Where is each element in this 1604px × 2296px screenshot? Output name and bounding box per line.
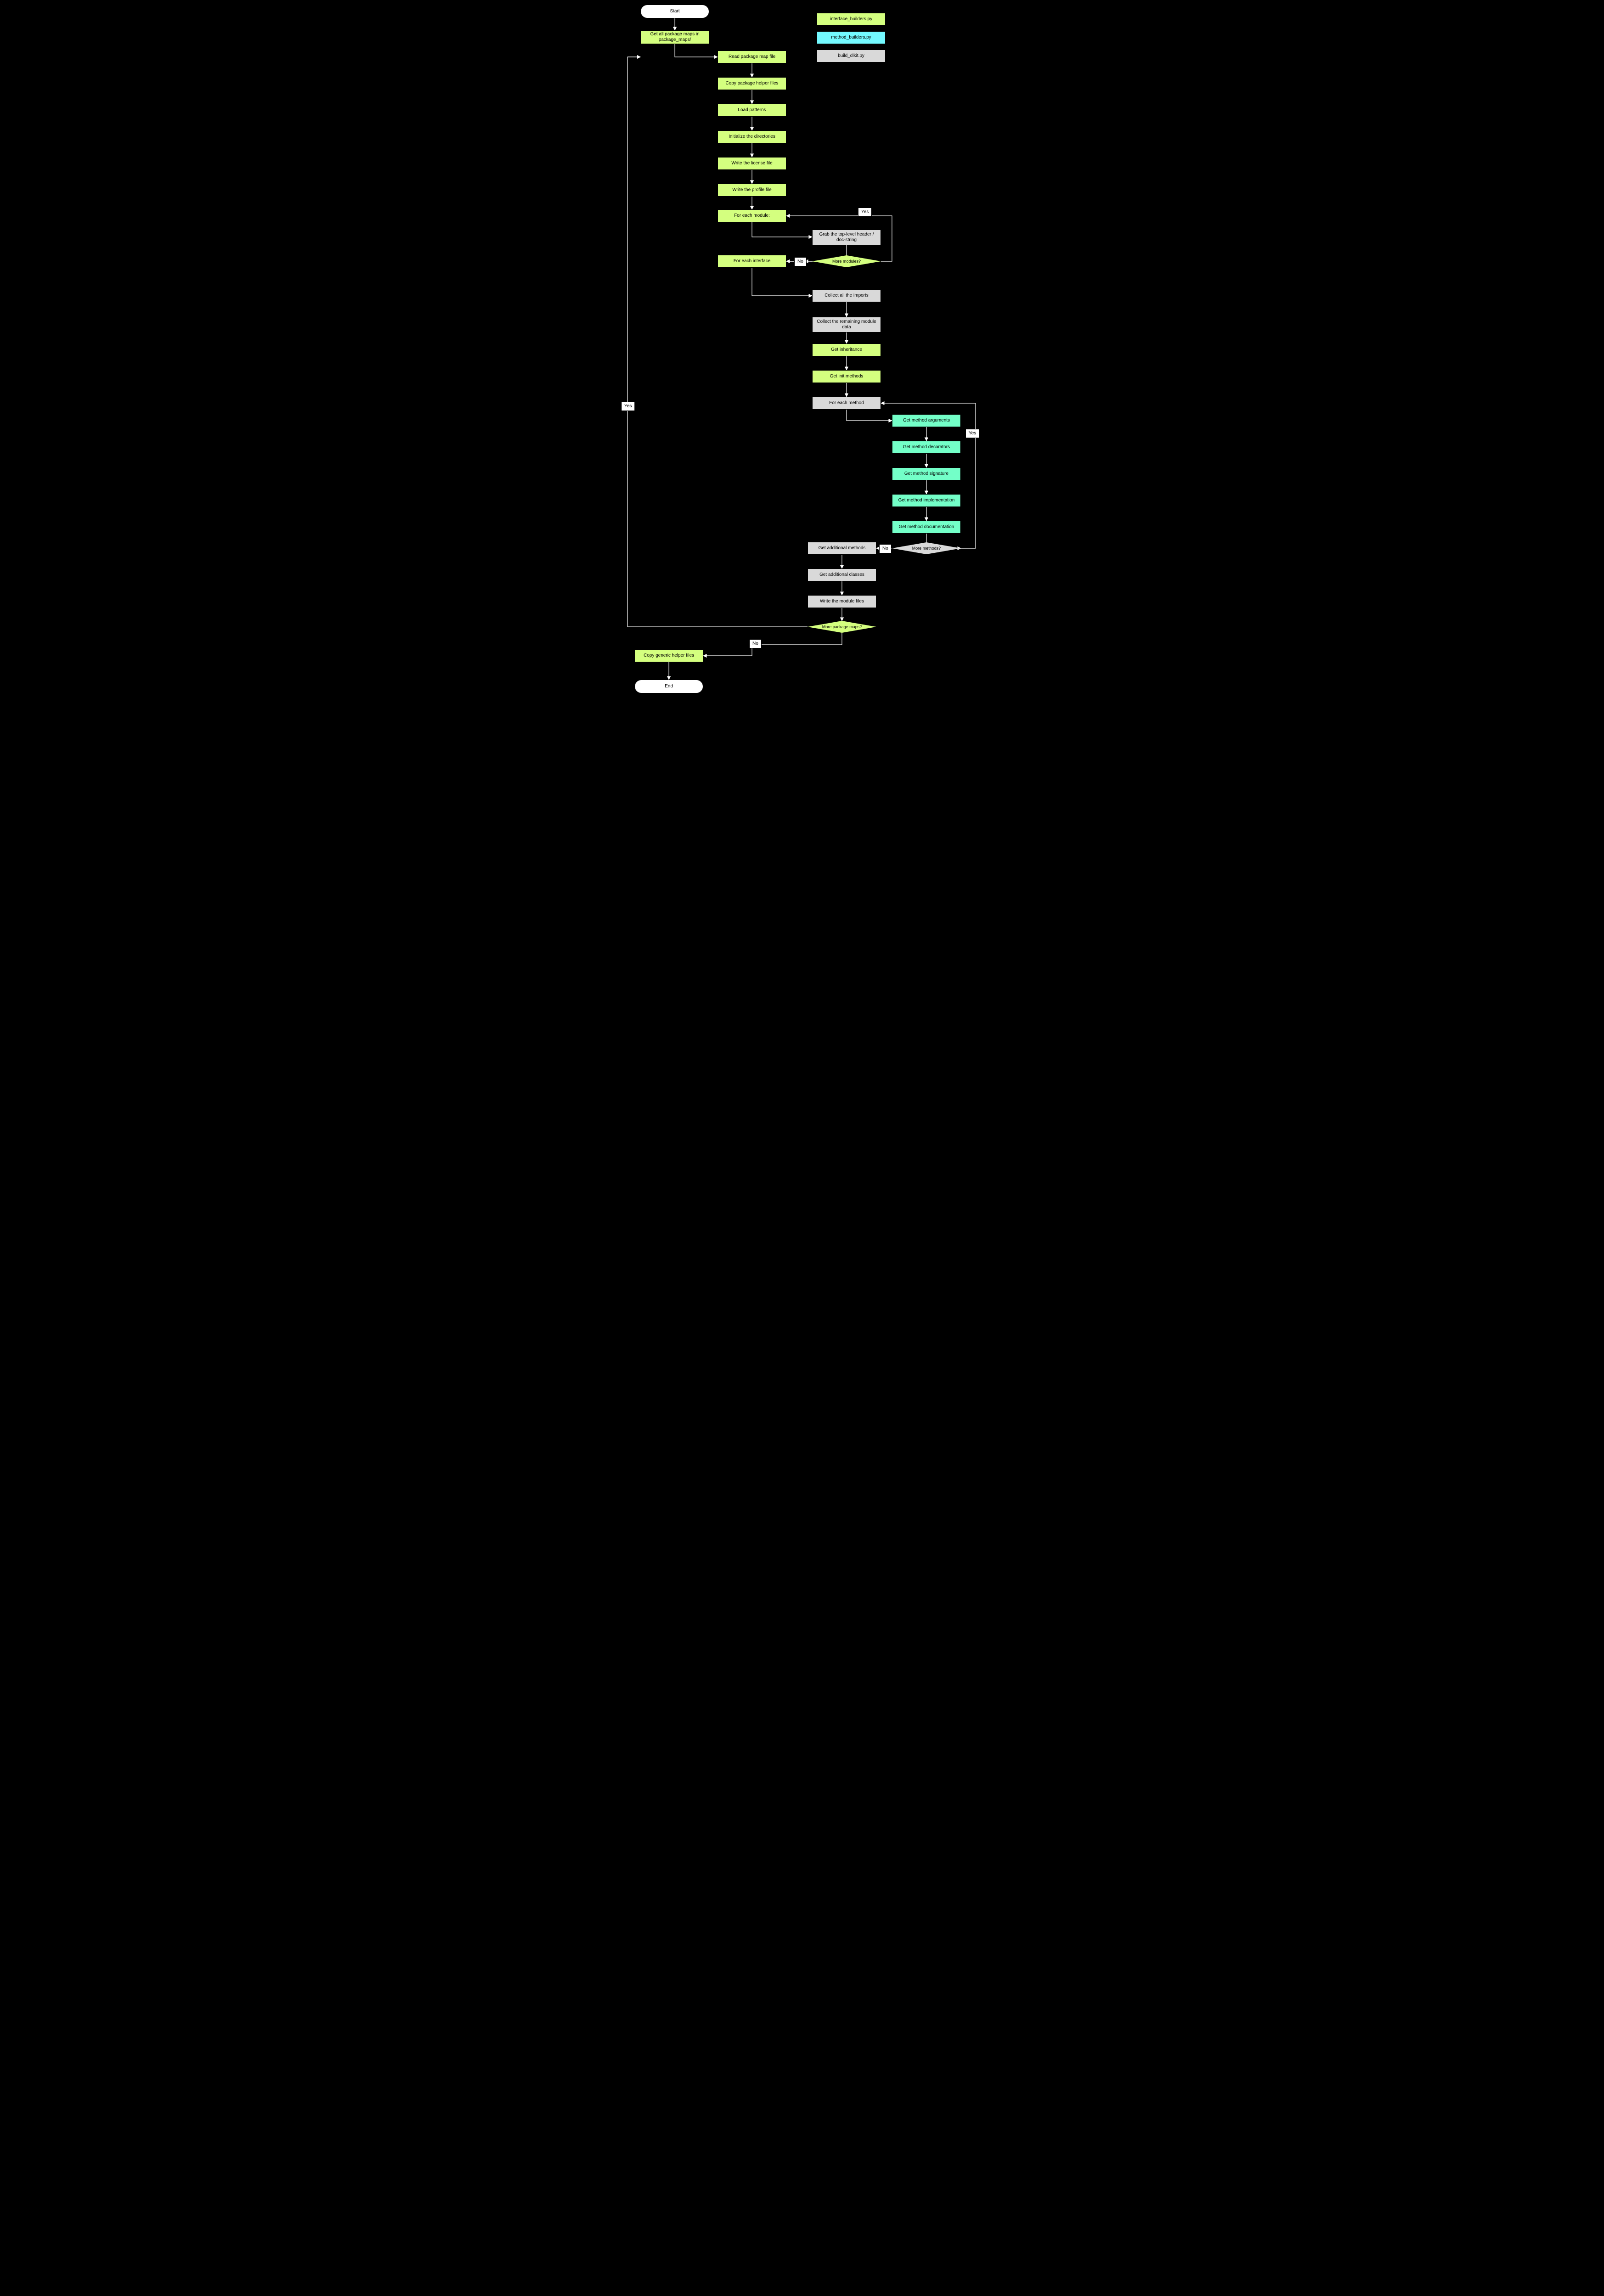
decision-more-pkg-maps-label: More package maps? bbox=[822, 625, 862, 629]
label-no-modules: No bbox=[794, 257, 807, 266]
step-copy-generic-helpers: Copy generic helper files bbox=[634, 649, 703, 662]
decision-more-modules: More modules? bbox=[812, 255, 881, 267]
step-for-each-interface: For each interface bbox=[718, 255, 786, 268]
no-label-1: No bbox=[797, 259, 803, 264]
step-write-license: Write the license file bbox=[718, 157, 786, 170]
start-terminal: Start bbox=[640, 5, 709, 18]
write-license-label: Write the license file bbox=[731, 161, 772, 166]
copy-pkg-helpers-label: Copy package helper files bbox=[725, 81, 778, 86]
get-signature-label: Get method signature bbox=[904, 471, 948, 477]
end-terminal: End bbox=[634, 680, 703, 693]
step-for-each-method: For each method bbox=[812, 397, 881, 410]
legend-build-label: build_dlkit.py bbox=[838, 53, 864, 59]
step-get-pkg-maps: Get all package maps in package_maps/ bbox=[640, 30, 709, 44]
step-read-pkg-map: Read package map file bbox=[718, 51, 786, 63]
step-get-implementation: Get method implementation bbox=[892, 494, 961, 507]
write-profile-label: Write the profile file bbox=[732, 187, 771, 193]
legend-interface-builders: interface_builders.py bbox=[817, 13, 886, 26]
for-each-module-label: For each module: bbox=[734, 213, 770, 219]
init-dirs-label: Initialize the directories bbox=[729, 134, 775, 140]
step-write-profile: Write the profile file bbox=[718, 184, 786, 197]
label-yes-methods: Yes bbox=[965, 429, 979, 438]
collect-remaining-label: Collect the remaining module data bbox=[814, 319, 879, 330]
yes-label-3: Yes bbox=[624, 404, 632, 409]
step-get-signature: Get method signature bbox=[892, 467, 961, 480]
read-pkg-map-label: Read package map file bbox=[729, 54, 775, 60]
legend-interface-label: interface_builders.py bbox=[830, 17, 872, 22]
decision-more-pkg-maps: More package maps? bbox=[808, 621, 876, 633]
for-each-interface-label: For each interface bbox=[734, 259, 771, 264]
grab-header-label: Grab the top-level header / doc-string bbox=[814, 232, 879, 243]
yes-label-1: Yes bbox=[861, 209, 869, 215]
decision-more-methods: More methods? bbox=[892, 542, 961, 554]
get-pkg-maps-label: Get all package maps in package_maps/ bbox=[643, 32, 707, 43]
get-init-label: Get init methods bbox=[830, 374, 864, 379]
step-for-each-module: For each module: bbox=[718, 209, 786, 222]
step-collect-imports: Collect all the imports bbox=[812, 289, 881, 302]
decision-more-modules-label: More modules? bbox=[832, 259, 861, 264]
step-get-additional-classes: Get additional classes bbox=[808, 568, 876, 581]
step-get-documentation: Get method documentation bbox=[892, 521, 961, 534]
flowchart-canvas: interface_builders.py method_builders.py… bbox=[618, 0, 986, 703]
step-get-decorators: Get method decorators bbox=[892, 441, 961, 454]
label-yes-modules: Yes bbox=[858, 208, 872, 217]
legend-build-dlkit: build_dlkit.py bbox=[817, 50, 886, 62]
legend-method-label: method_builders.py bbox=[831, 35, 871, 40]
legend-method-builders: method_builders.py bbox=[817, 31, 886, 44]
step-write-module-files: Write the module files bbox=[808, 595, 876, 608]
get-documentation-label: Get method documentation bbox=[899, 524, 954, 530]
label-no-methods: No bbox=[879, 544, 892, 553]
get-additional-classes-label: Get additional classes bbox=[819, 572, 864, 578]
end-label: End bbox=[665, 684, 673, 689]
start-label: Start bbox=[670, 9, 679, 14]
copy-generic-helpers-label: Copy generic helper files bbox=[644, 653, 694, 658]
label-yes-pkgmaps: Yes bbox=[621, 402, 635, 411]
get-implementation-label: Get method implementation bbox=[898, 498, 955, 503]
label-no-pkgmaps: No bbox=[749, 639, 762, 648]
step-grab-header: Grab the top-level header / doc-string bbox=[812, 230, 881, 245]
get-inheritance-label: Get inheritance bbox=[831, 347, 862, 353]
step-get-inheritance: Get inheritance bbox=[812, 343, 881, 356]
step-get-args: Get method arguments bbox=[892, 414, 961, 427]
step-load-patterns: Load patterns bbox=[718, 104, 786, 117]
write-module-files-label: Write the module files bbox=[820, 599, 864, 604]
step-init-dirs: Initialize the directories bbox=[718, 130, 786, 143]
no-label-3: No bbox=[752, 641, 758, 647]
get-additional-methods-label: Get additional methods bbox=[819, 546, 866, 551]
get-decorators-label: Get method decorators bbox=[903, 445, 950, 450]
arrow-layer bbox=[618, 0, 986, 703]
decision-more-methods-label: More methods? bbox=[912, 546, 941, 551]
load-patterns-label: Load patterns bbox=[738, 107, 766, 113]
step-copy-pkg-helpers: Copy package helper files bbox=[718, 77, 786, 90]
get-args-label: Get method arguments bbox=[903, 418, 950, 423]
step-get-additional-methods: Get additional methods bbox=[808, 542, 876, 555]
no-label-2: No bbox=[882, 546, 888, 551]
yes-label-2: Yes bbox=[969, 431, 976, 436]
step-get-init: Get init methods bbox=[812, 370, 881, 383]
for-each-method-label: For each method bbox=[829, 400, 864, 406]
collect-imports-label: Collect all the imports bbox=[824, 293, 869, 298]
step-collect-remaining: Collect the remaining module data bbox=[812, 317, 881, 332]
